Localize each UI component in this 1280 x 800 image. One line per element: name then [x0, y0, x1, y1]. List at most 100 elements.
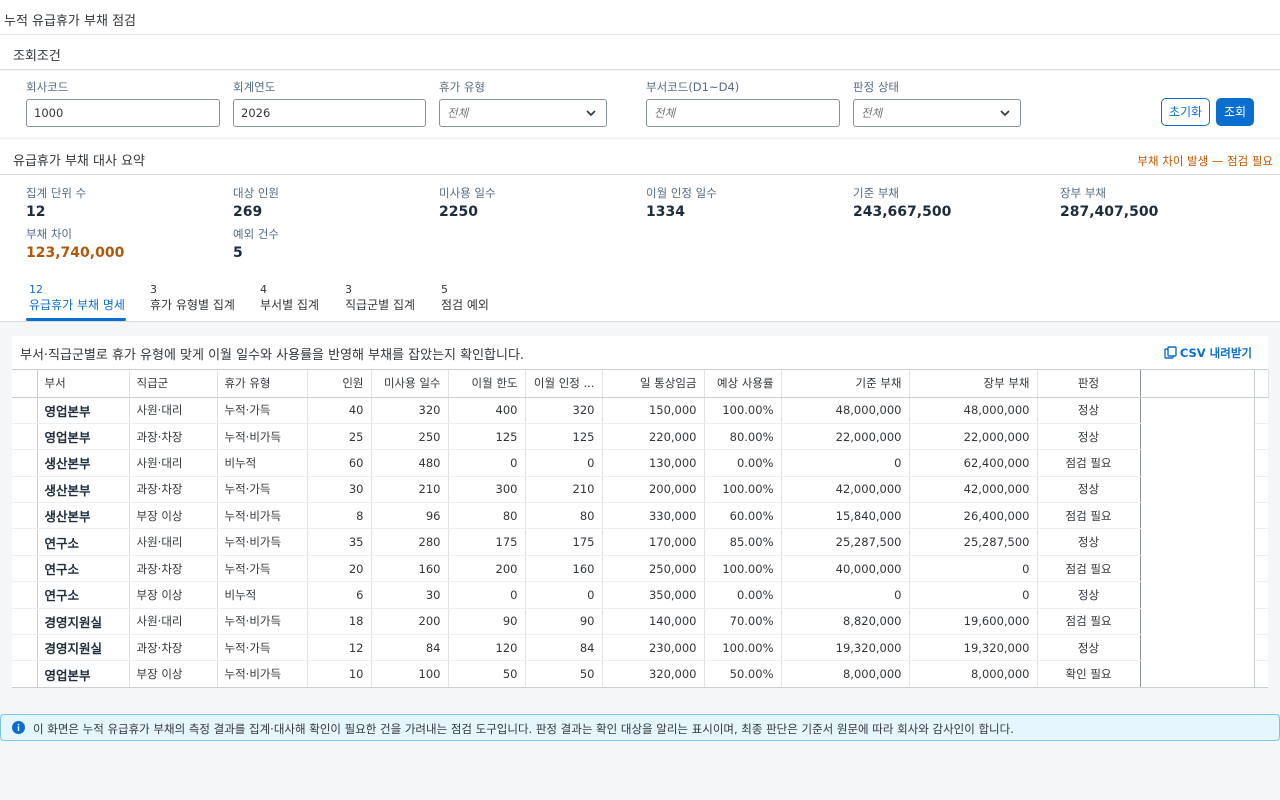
dept-code-label: 부서코드(D1~D4): [646, 80, 740, 94]
column-header[interactable]: 부서: [37, 370, 130, 398]
filter-section-header: 조회조건: [0, 35, 1280, 70]
tab-liability-detail[interactable]: 12 유급휴가 부채 명세: [26, 283, 126, 322]
table-cell: 300: [448, 476, 526, 504]
table-row[interactable]: 연구소 사원·대리 누적·비가득 35 280 175 175 170,000 85.00% 25…: [12, 528, 1268, 556]
table-cell: 25,287,500: [781, 528, 910, 556]
table-cell: 누적·가득: [217, 634, 308, 662]
table-row[interactable]: 연구소 과장·차장 누적·가득 20 160 200 160 250,000 100.00% 40…: [12, 555, 1268, 583]
kpi-liability-gap: 부채 차이 123,740,000: [26, 226, 124, 261]
column-header[interactable]: 직급군: [129, 370, 218, 398]
csv-download-button[interactable]: CSV 내려받기: [1164, 345, 1252, 361]
column-header[interactable]: 기준 부채: [781, 370, 910, 398]
filler-cell: [1140, 502, 1255, 529]
table-cell: 부장 이상: [129, 660, 218, 688]
row-select-cell[interactable]: [12, 608, 38, 636]
table-cell: 생산본부: [37, 502, 130, 530]
tab-by-leave-type[interactable]: 3 휴가 유형별 집계: [150, 283, 235, 322]
tab-exceptions[interactable]: 5 점검 예외: [441, 283, 489, 322]
chevron-down-icon: [1000, 110, 1010, 117]
table-row[interactable]: 경영지원실 과장·차장 누적·가득 12 84 120 84 230,000 100.00% 19…: [12, 634, 1268, 662]
table-cell: 100.00%: [704, 555, 782, 583]
row-select-cell[interactable]: [12, 502, 38, 530]
table-cell: 0: [909, 555, 1038, 583]
kpi-label: 장부 부채: [1060, 186, 1106, 200]
table-row[interactable]: 생산본부 사원·대리 비누적 60 480 0 0 130,000 0.00% 0 62,400,0…: [12, 449, 1268, 477]
tab-by-grade[interactable]: 3 직급군별 집계: [345, 283, 415, 322]
status-select[interactable]: 전체: [853, 99, 1021, 127]
table-cell: 50: [448, 660, 526, 688]
table-cell: 영업본부: [37, 423, 130, 451]
kpi-exception-count: 예외 건수 5: [233, 226, 279, 261]
row-select-cell[interactable]: [12, 476, 38, 504]
row-select-cell[interactable]: [12, 397, 38, 424]
company-code-field-group: 회사코드 1000: [26, 79, 220, 127]
info-message-text: 이 화면은 누적 유급휴가 부채의 측정 결과를 집계·대사해 확인이 필요한 …: [33, 722, 1014, 736]
table-cell: 0: [448, 581, 526, 609]
table-cell: 8,820,000: [781, 608, 910, 636]
row-select-cell[interactable]: [12, 660, 38, 688]
table-cell: 90: [525, 608, 603, 636]
table-cell: 22,000,000: [909, 423, 1038, 451]
table-cell: 140,000: [602, 608, 705, 636]
row-select-header[interactable]: [12, 370, 38, 398]
scroll-gutter-cell: [1254, 449, 1268, 477]
table-row[interactable]: 경영지원실 사원·대리 누적·비가득 18 200 90 90 140,000 70.00% 8,…: [12, 608, 1268, 636]
table-cell: 80: [525, 502, 603, 530]
kpi-unit-count: 집계 단위 수 12: [26, 185, 86, 220]
table-row[interactable]: 생산본부 부장 이상 누적·비가득 8 96 80 80 330,000 60.00% 15,84…: [12, 502, 1268, 530]
table-cell: 42,000,000: [909, 476, 1038, 504]
table-cell: 48,000,000: [909, 397, 1038, 424]
column-header[interactable]: 예상 사용률: [704, 370, 782, 398]
kpi-value: 287,407,500: [1060, 204, 1159, 220]
column-header[interactable]: 이월 한도: [448, 370, 526, 398]
tab-label: 휴가 유형별 집계: [150, 298, 235, 312]
status-cell: 정상: [1037, 423, 1141, 451]
table-row[interactable]: 영업본부 부장 이상 누적·비가득 10 100 50 50 320,000 50.00% 8,0…: [12, 660, 1268, 688]
table-cell: 경영지원실: [37, 634, 130, 662]
table-cell: 0.00%: [704, 581, 782, 609]
tab-by-department[interactable]: 4 부서별 집계: [260, 283, 319, 322]
row-select-cell[interactable]: [12, 634, 38, 662]
status-cell: 정상: [1037, 397, 1141, 424]
table-cell: 220,000: [602, 423, 705, 451]
table-row[interactable]: 연구소 부장 이상 비누적 6 30 0 0 350,000 0.00% 0 0 정상: [12, 581, 1268, 609]
table-row[interactable]: 영업본부 사원·대리 누적·가득 40 320 400 320 150,000 100.00% 4…: [12, 397, 1268, 424]
table-cell: 19,600,000: [909, 608, 1038, 636]
kpi-value: 269: [233, 204, 263, 220]
filler-cell: [1140, 397, 1255, 424]
search-button[interactable]: 조회: [1216, 98, 1254, 126]
column-header[interactable]: 판정: [1037, 370, 1141, 398]
fiscal-year-label: 회계연도: [233, 80, 276, 94]
table-row[interactable]: 영업본부 과장·차장 누적·비가득 25 250 125 125 220,000 80.00% 2…: [12, 423, 1268, 451]
table-row[interactable]: 생산본부 과장·차장 누적·가득 30 210 300 210 200,000 100.00% 4…: [12, 476, 1268, 504]
company-code-input[interactable]: 1000: [26, 99, 220, 127]
row-select-cell[interactable]: [12, 555, 38, 583]
row-select-cell[interactable]: [12, 449, 38, 477]
table-cell: 125: [525, 423, 603, 451]
table-cell: 230,000: [602, 634, 705, 662]
fiscal-year-field-group: 회계연도 2026: [233, 79, 426, 127]
table-cell: 62,400,000: [909, 449, 1038, 477]
info-message-strip: 이 화면은 누적 유급휴가 부채의 측정 결과를 집계·대사해 확인이 필요한 …: [0, 714, 1280, 741]
table-cell: 400: [448, 397, 526, 424]
table-description: 부서·직급군별로 휴가 유형에 맞게 이월 일수와 사용률을 반영해 부채를 잡…: [20, 348, 525, 363]
column-header[interactable]: 이월 인정 ...: [525, 370, 603, 398]
filler-cell: [1140, 634, 1255, 661]
row-select-cell[interactable]: [12, 528, 38, 556]
table-cell: 19,320,000: [781, 634, 910, 662]
reset-button[interactable]: 초기화: [1161, 98, 1210, 126]
dept-code-input[interactable]: 전체: [646, 99, 840, 127]
row-select-cell[interactable]: [12, 423, 38, 451]
leave-type-select[interactable]: 전체: [439, 99, 607, 127]
column-header[interactable]: 휴가 유형: [217, 370, 308, 398]
column-header[interactable]: 일 통상임금: [602, 370, 705, 398]
row-select-cell[interactable]: [12, 581, 38, 609]
table-cell: 90: [448, 608, 526, 636]
fiscal-year-input[interactable]: 2026: [233, 99, 426, 127]
column-header[interactable]: 장부 부채: [909, 370, 1038, 398]
table-cell: 120: [448, 634, 526, 662]
column-header[interactable]: 미사용 일수: [371, 370, 449, 398]
tab-count: 12: [29, 283, 43, 296]
column-header[interactable]: 인원: [307, 370, 372, 398]
table-cell: 100.00%: [704, 476, 782, 504]
